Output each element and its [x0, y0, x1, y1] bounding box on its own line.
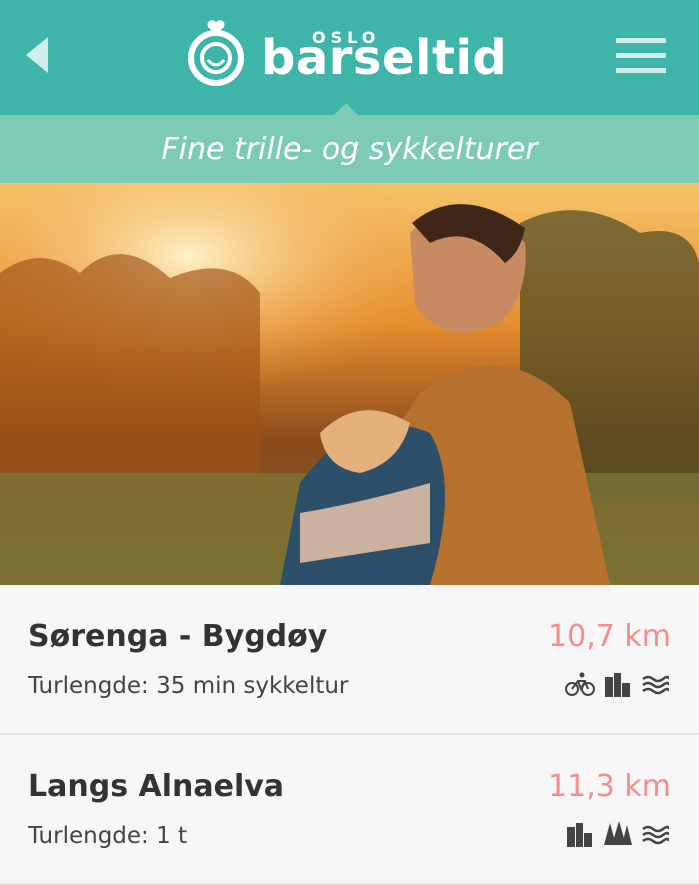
list-item[interactable]: Langs Alnaelva Turlengde: 1 t 11,3 km	[0, 735, 699, 885]
forest-icon	[603, 821, 632, 847]
route-title: Langs Alnaelva	[28, 769, 285, 804]
route-distance: 11,3 km	[548, 769, 671, 804]
water-icon	[641, 671, 671, 697]
app-header: OSLO barseltid	[0, 0, 699, 115]
city-icon	[565, 821, 593, 847]
city-icon	[603, 671, 631, 697]
app-logo: OSLO barseltid	[185, 20, 515, 90]
hero-image	[0, 183, 699, 585]
route-duration: Turlengde: 1 t	[28, 823, 188, 849]
list-item[interactable]: Sørenga - Bygdøy Turlengde: 35 min sykke…	[0, 585, 699, 735]
route-icons	[565, 821, 671, 847]
route-duration: Turlengde: 35 min sykkeltur	[28, 673, 349, 699]
logo-brand-text: barseltid	[261, 30, 508, 86]
route-title: Sørenga - Bygdøy	[28, 619, 328, 654]
bicycle-icon	[565, 671, 595, 697]
page-title-bar: Fine trille- og sykkelturer	[0, 115, 699, 183]
hamburger-menu-icon[interactable]	[616, 38, 666, 74]
route-distance: 10,7 km	[548, 619, 671, 654]
page-title: Fine trille- og sykkelturer	[161, 131, 538, 167]
water-icon	[641, 821, 671, 847]
route-icons	[565, 671, 671, 697]
chevron-left-icon[interactable]	[22, 35, 54, 75]
header-notch	[334, 103, 358, 115]
baby-face-logo-icon	[188, 20, 244, 86]
